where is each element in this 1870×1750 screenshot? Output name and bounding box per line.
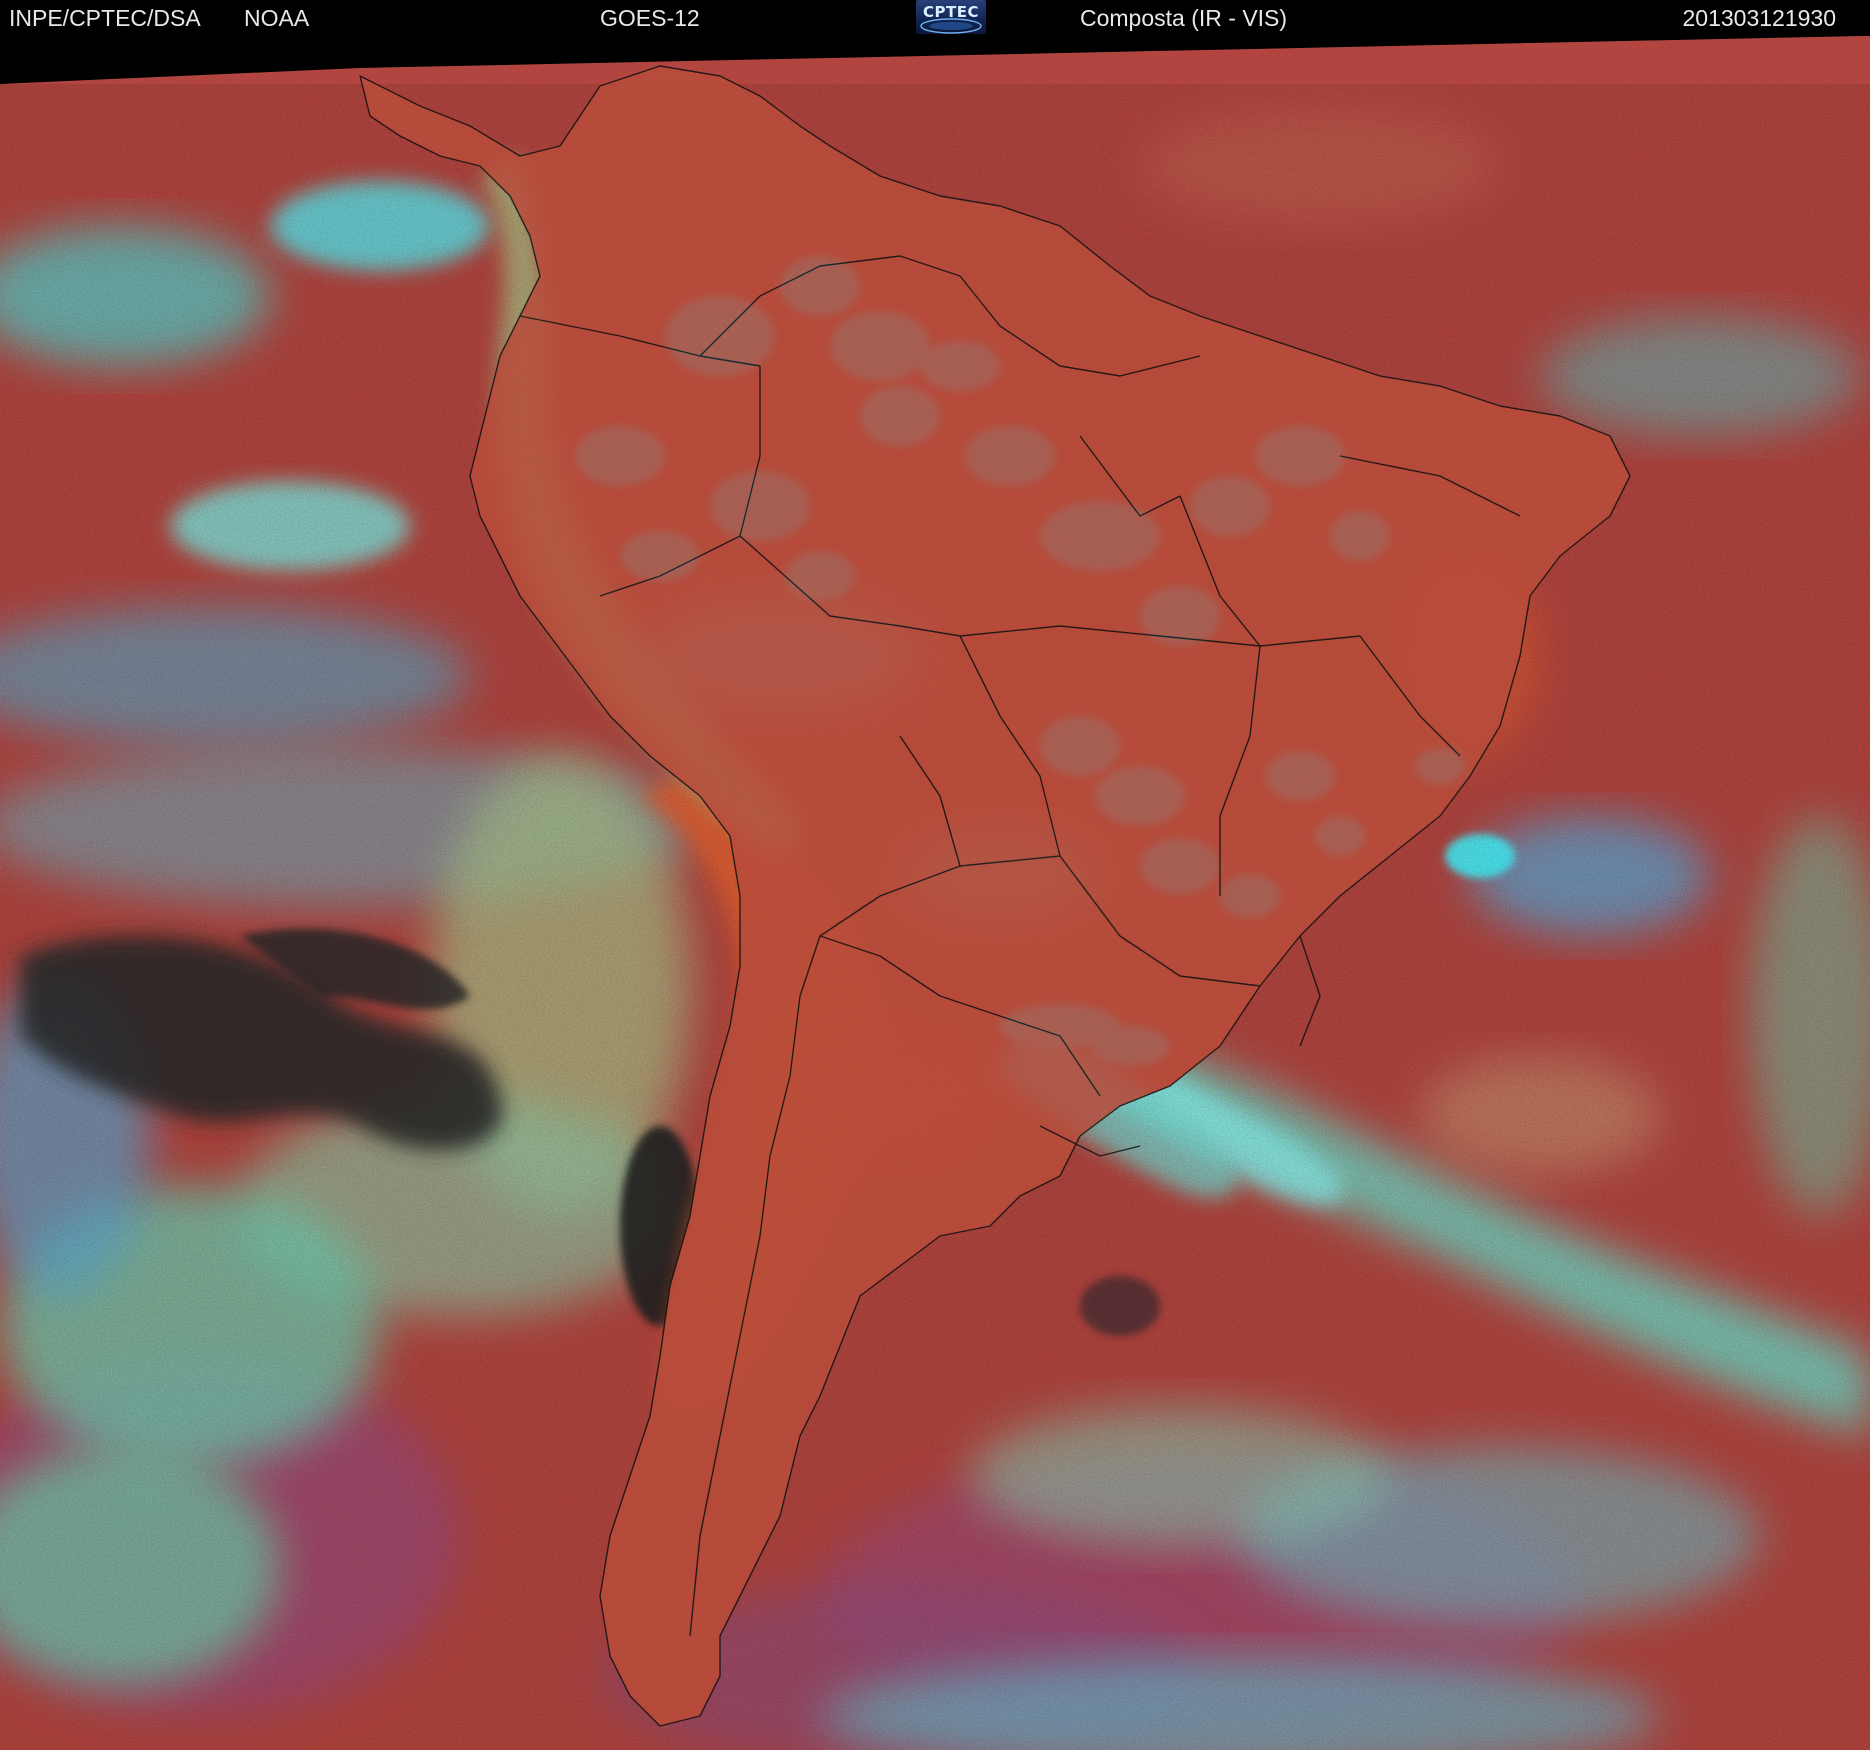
- organization-label: INPE/CPTEC/DSA: [9, 5, 201, 31]
- timestamp-label: 201303121930: [1682, 5, 1837, 31]
- product-label: Composta (IR - VIS): [1080, 5, 1288, 31]
- image-header: INPE/CPTEC/DSA NOAA GOES-12 CPTEC Compos…: [0, 0, 1870, 36]
- logo-wordmark: CPTEC: [923, 3, 979, 21]
- satellite-composite-image: [0, 36, 1870, 1750]
- agency-label: NOAA: [244, 5, 310, 31]
- satellite-label: GOES-12: [600, 5, 700, 31]
- cptec-logo: CPTEC: [916, 0, 986, 34]
